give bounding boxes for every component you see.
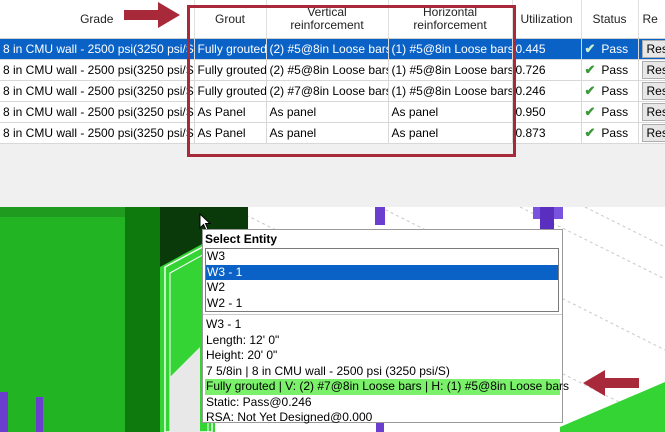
cell-status: ✔ Pass [581, 38, 639, 60]
cell-result: Res [638, 80, 665, 102]
cell-utilization: 0.726 [512, 59, 582, 81]
cell-result: Res [638, 38, 665, 60]
col-header-result[interactable]: Re [638, 0, 665, 39]
cell-status: ✔ Pass [581, 122, 639, 144]
status-text: Pass [601, 63, 629, 77]
entity-info: W3 - 1 Length: 12' 0" Height: 20' 0" 7 5… [205, 317, 569, 426]
entity-list[interactable]: W3 W3 - 1 W2 W2 - 1 [205, 248, 559, 312]
list-item[interactable]: W2 - 1 [206, 296, 558, 312]
callout-highlight-box [187, 5, 516, 157]
check-icon: ✔ [584, 41, 596, 56]
list-item[interactable]: W3 [206, 249, 558, 265]
cell-grade: 8 in CMU wall - 2500 psi(3250 psi/S) [0, 59, 195, 81]
col-header-status[interactable]: Status [581, 0, 639, 39]
cell-grade: 8 in CMU wall - 2500 psi(3250 psi/S) [0, 80, 195, 102]
result-button[interactable]: Res [641, 40, 665, 58]
cell-status: ✔ Pass [581, 80, 639, 102]
cell-result: Res [638, 59, 665, 81]
info-line: Static: Pass@0.246 [206, 394, 312, 409]
check-icon: ✔ [584, 83, 596, 98]
cell-status: ✔ Pass [581, 59, 639, 81]
cell-utilization: 0.950 [512, 101, 582, 123]
cell-status: ✔ Pass [581, 101, 639, 123]
result-button[interactable]: Res [641, 124, 665, 142]
check-icon: ✔ [584, 125, 596, 140]
status-text: Pass [601, 105, 629, 119]
status-text: Pass [601, 126, 629, 140]
cell-utilization: 0.445 [512, 38, 582, 60]
check-icon: ✔ [584, 62, 596, 77]
cell-grade: 8 in CMU wall - 2500 psi(3250 psi/S) [0, 38, 195, 60]
list-item[interactable]: W2 [206, 280, 558, 296]
list-item[interactable]: W3 - 1 [206, 264, 558, 280]
popup-title: Select Entity [205, 232, 278, 246]
info-line: 7 5/8in | 8 in CMU wall - 2500 psi (3250… [206, 363, 450, 378]
result-button[interactable]: Res [641, 61, 665, 79]
divider [203, 314, 562, 315]
info-line: W3 - 1 [206, 317, 242, 331]
arrow-left-icon [583, 370, 639, 396]
cell-grade: 8 in CMU wall - 2500 psi(3250 psi/S) [0, 101, 195, 123]
info-line: Length: 12' 0" [206, 332, 280, 347]
result-button[interactable]: Res [641, 82, 665, 100]
cell-grade: 8 in CMU wall - 2500 psi(3250 psi/S) [0, 122, 195, 144]
cell-result: Res [638, 101, 665, 123]
col-header-utilization[interactable]: Utilization [512, 0, 582, 39]
cell-result: Res [638, 122, 665, 144]
cell-utilization: 0.246 [512, 80, 582, 102]
status-text: Pass [601, 84, 629, 98]
result-button[interactable]: Res [641, 103, 665, 121]
info-line-highlighted: Fully grouted | V: (2) #7@8in Loose bars… [205, 379, 569, 395]
cell-utilization: 0.873 [512, 122, 582, 144]
select-entity-popup: Select Entity W3 W3 - 1 W2 W2 - 1 W3 - 1… [202, 229, 569, 426]
check-icon: ✔ [584, 104, 596, 119]
status-text: Pass [601, 42, 629, 56]
info-line: RSA: Not Yet Designed@0.000 [206, 410, 373, 424]
info-line: Height: 20' 0" [206, 348, 278, 362]
arrow-right-icon [124, 2, 180, 28]
